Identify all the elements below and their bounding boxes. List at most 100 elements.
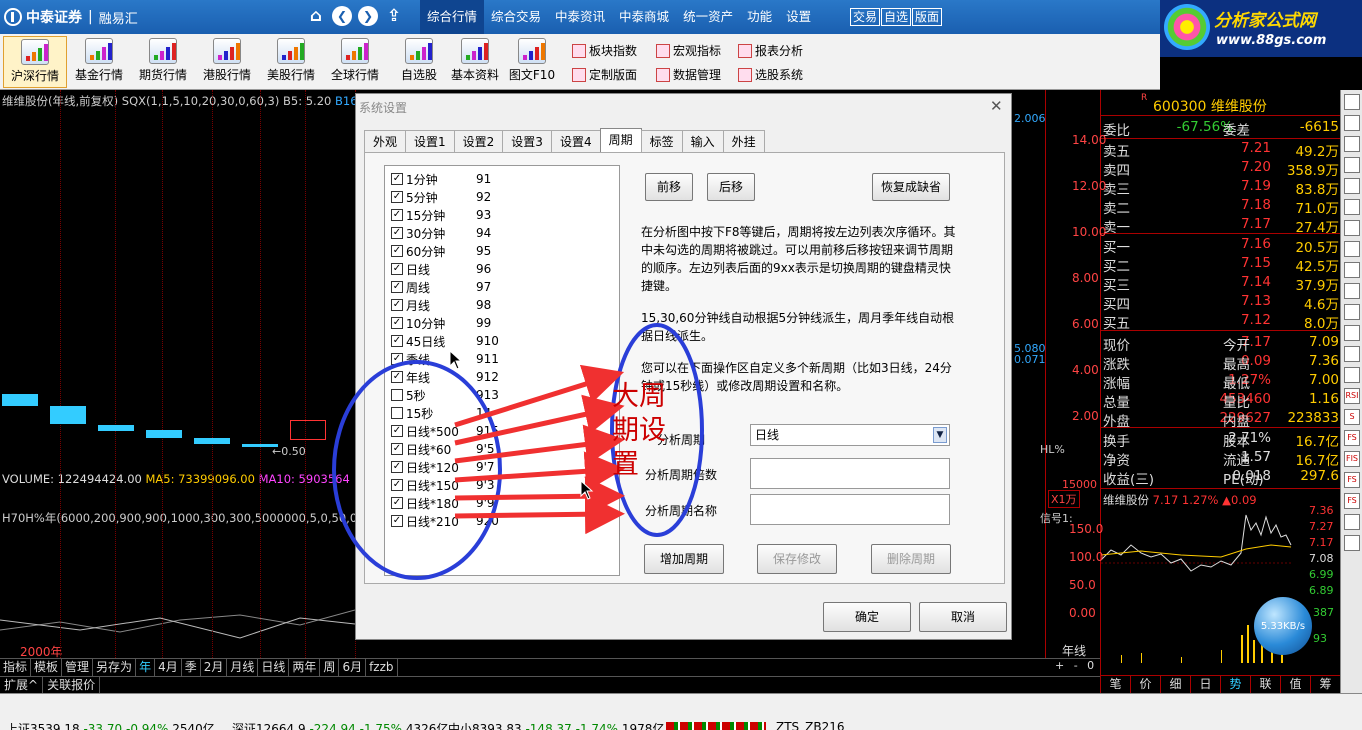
period-item[interactable]: ✓ 日线*60 9'5 bbox=[391, 440, 495, 458]
period-item[interactable]: ✓ 月线 98 bbox=[391, 296, 491, 314]
index-shanghai[interactable]: 上证3539.18 -33.70 -0.94% 2540亿 bbox=[6, 720, 215, 730]
side-tool-icon[interactable] bbox=[1344, 136, 1360, 152]
period-checkbox[interactable]: ✓ bbox=[391, 515, 403, 527]
period-checkbox[interactable]: ✓ bbox=[391, 209, 403, 221]
period-item[interactable]: ✓ 日线*180 9'9 bbox=[391, 494, 495, 512]
dialog-tab[interactable]: 外挂 bbox=[722, 130, 765, 152]
quote-tab[interactable]: 日 bbox=[1191, 676, 1221, 693]
period-tab[interactable]: 年 bbox=[136, 659, 156, 677]
extension-tab[interactable]: 扩展^ bbox=[0, 677, 44, 693]
side-tool-icon[interactable]: FS bbox=[1344, 472, 1360, 488]
index-shenzhen[interactable]: 深证12664.9 -224.94 -1.75% 4326亿 bbox=[232, 720, 448, 730]
home-icon[interactable]: ⌂ bbox=[306, 6, 326, 26]
period-checkbox[interactable]: ✓ bbox=[391, 371, 403, 383]
period-tab[interactable]: 6月 bbox=[339, 659, 367, 677]
side-tool-icon[interactable] bbox=[1344, 325, 1360, 341]
period-checkbox[interactable]: ✓ bbox=[391, 245, 403, 257]
period-item[interactable]: ✓ 10分钟 99 bbox=[391, 314, 491, 332]
period-tab[interactable]: 季 bbox=[182, 659, 201, 677]
chevron-down-icon[interactable]: ▼ bbox=[933, 427, 947, 443]
side-tool-icon[interactable] bbox=[1344, 304, 1360, 320]
side-tool-icon[interactable] bbox=[1344, 115, 1360, 131]
quote-tab[interactable]: 筹 bbox=[1311, 676, 1341, 693]
back-icon[interactable]: ❮ bbox=[332, 6, 352, 26]
menu-item[interactable]: 功能 bbox=[740, 0, 779, 34]
quote-tab[interactable]: 势 bbox=[1221, 676, 1251, 693]
period-item[interactable]: 15秒 14 bbox=[391, 404, 491, 422]
dialog-tab[interactable]: 设置2 bbox=[453, 130, 504, 152]
period-checkbox[interactable]: ✓ bbox=[391, 227, 403, 239]
period-item[interactable]: ✓ 1分钟 91 bbox=[391, 170, 491, 188]
period-checkbox[interactable]: ✓ bbox=[391, 425, 403, 437]
period-item[interactable]: ✓ 日线*120 9'7 bbox=[391, 458, 495, 476]
toolbar-button[interactable]: 期货行情 bbox=[131, 36, 195, 88]
dialog-tab[interactable]: 外观 bbox=[364, 130, 407, 152]
side-tool-icon[interactable] bbox=[1344, 367, 1360, 383]
close-icon[interactable]: ✕ bbox=[990, 97, 1003, 115]
quick-button[interactable]: 交易 bbox=[850, 8, 881, 26]
side-tool-icon[interactable] bbox=[1344, 241, 1360, 257]
side-tool-icon[interactable] bbox=[1344, 220, 1360, 236]
side-tool-icon[interactable] bbox=[1344, 514, 1360, 530]
toolbar-button[interactable]: 基金行情 bbox=[67, 36, 131, 88]
add-period-button[interactable]: 增加周期 bbox=[644, 544, 724, 574]
period-item[interactable]: ✓ 日线 96 bbox=[391, 260, 491, 278]
period-item[interactable]: ✓ 日线*500 915 bbox=[391, 422, 499, 440]
period-item[interactable]: ✓ 日线*150 9'3 bbox=[391, 476, 495, 494]
period-item[interactable]: ✓ 日线*210 920 bbox=[391, 512, 499, 530]
period-item[interactable]: ✓ 年线 912 bbox=[391, 368, 499, 386]
period-tab[interactable]: 另存为 bbox=[93, 659, 137, 677]
period-item[interactable]: ✓ 30分钟 94 bbox=[391, 224, 491, 242]
move-down-button[interactable]: 后移 bbox=[707, 173, 755, 201]
dialog-tab[interactable]: 标签 bbox=[640, 130, 683, 152]
quote-tab[interactable]: 联 bbox=[1251, 676, 1281, 693]
toolbar-button[interactable]: 沪深行情 bbox=[3, 36, 67, 88]
move-up-button[interactable]: 前移 bbox=[645, 173, 693, 201]
side-tool-icon[interactable] bbox=[1344, 283, 1360, 299]
period-multiplier-input[interactable] bbox=[750, 458, 950, 489]
period-item[interactable]: ✓ 45日线 910 bbox=[391, 332, 499, 350]
period-tab[interactable]: 模板 bbox=[31, 659, 63, 677]
side-tool-icon[interactable]: FS bbox=[1344, 493, 1360, 509]
dialog-tab[interactable]: 设置3 bbox=[502, 130, 552, 152]
menu-item[interactable]: 设置 bbox=[779, 0, 818, 34]
save-changes-button[interactable]: 保存修改 bbox=[757, 544, 837, 574]
period-item[interactable]: ✓ 季线 911 bbox=[391, 350, 499, 368]
period-tab[interactable]: 4月 bbox=[155, 659, 182, 677]
restore-default-button[interactable]: 恢复成缺省 bbox=[872, 173, 950, 201]
quick-button[interactable]: 自选 bbox=[881, 8, 912, 26]
period-tab[interactable]: 周 bbox=[320, 659, 340, 677]
period-checkbox[interactable]: ✓ bbox=[391, 497, 403, 509]
cancel-button[interactable]: 取消 bbox=[919, 602, 1007, 632]
forward-icon[interactable]: ❯ bbox=[358, 6, 378, 26]
dialog-tab[interactable]: 设置1 bbox=[405, 130, 455, 152]
side-tool-icon[interactable] bbox=[1344, 346, 1360, 362]
period-tab[interactable]: 月线 bbox=[227, 659, 259, 677]
extension-tab[interactable]: 关联报价 bbox=[43, 677, 101, 693]
side-tool-icon[interactable] bbox=[1344, 199, 1360, 215]
period-list[interactable]: ✓ 1分钟 91 ✓ 5分钟 92 ✓ 15分钟 93 ✓ 30分钟 94 ✓ 60分钟 95 ✓ 日线 96 ✓ 周… bbox=[384, 165, 620, 576]
side-tool-icon[interactable] bbox=[1344, 94, 1360, 110]
quote-tab[interactable]: 细 bbox=[1161, 676, 1191, 693]
toolbar-link[interactable]: 定制版面 bbox=[572, 66, 637, 83]
period-item[interactable]: ✓ 5分钟 92 bbox=[391, 188, 491, 206]
period-checkbox[interactable]: ✓ bbox=[391, 335, 403, 347]
side-tool-icon[interactable] bbox=[1344, 262, 1360, 278]
side-tool-icon[interactable]: S bbox=[1344, 409, 1360, 425]
period-item[interactable]: ✓ 15分钟 93 bbox=[391, 206, 491, 224]
toolbar-link[interactable]: 选股系统 bbox=[738, 66, 803, 83]
period-checkbox[interactable]: ✓ bbox=[391, 299, 403, 311]
ok-button[interactable]: 确定 bbox=[823, 602, 911, 632]
quote-tab[interactable]: 值 bbox=[1281, 676, 1311, 693]
period-name-input[interactable] bbox=[750, 494, 950, 525]
side-tool-icon[interactable]: FIS bbox=[1344, 451, 1360, 467]
quote-tab[interactable]: 笔 bbox=[1101, 676, 1131, 693]
dialog-tab[interactable]: 周期 bbox=[599, 128, 642, 152]
menu-item[interactable]: 综合行情 bbox=[420, 0, 485, 34]
toolbar-button[interactable]: 全球行情 bbox=[323, 36, 387, 88]
dialog-tab[interactable]: 输入 bbox=[681, 130, 724, 152]
delete-period-button[interactable]: 删除周期 bbox=[871, 544, 951, 574]
menu-item[interactable]: 中泰资讯 bbox=[548, 0, 612, 34]
period-checkbox[interactable]: ✓ bbox=[391, 173, 403, 185]
period-item[interactable]: ✓ 周线 97 bbox=[391, 278, 491, 296]
